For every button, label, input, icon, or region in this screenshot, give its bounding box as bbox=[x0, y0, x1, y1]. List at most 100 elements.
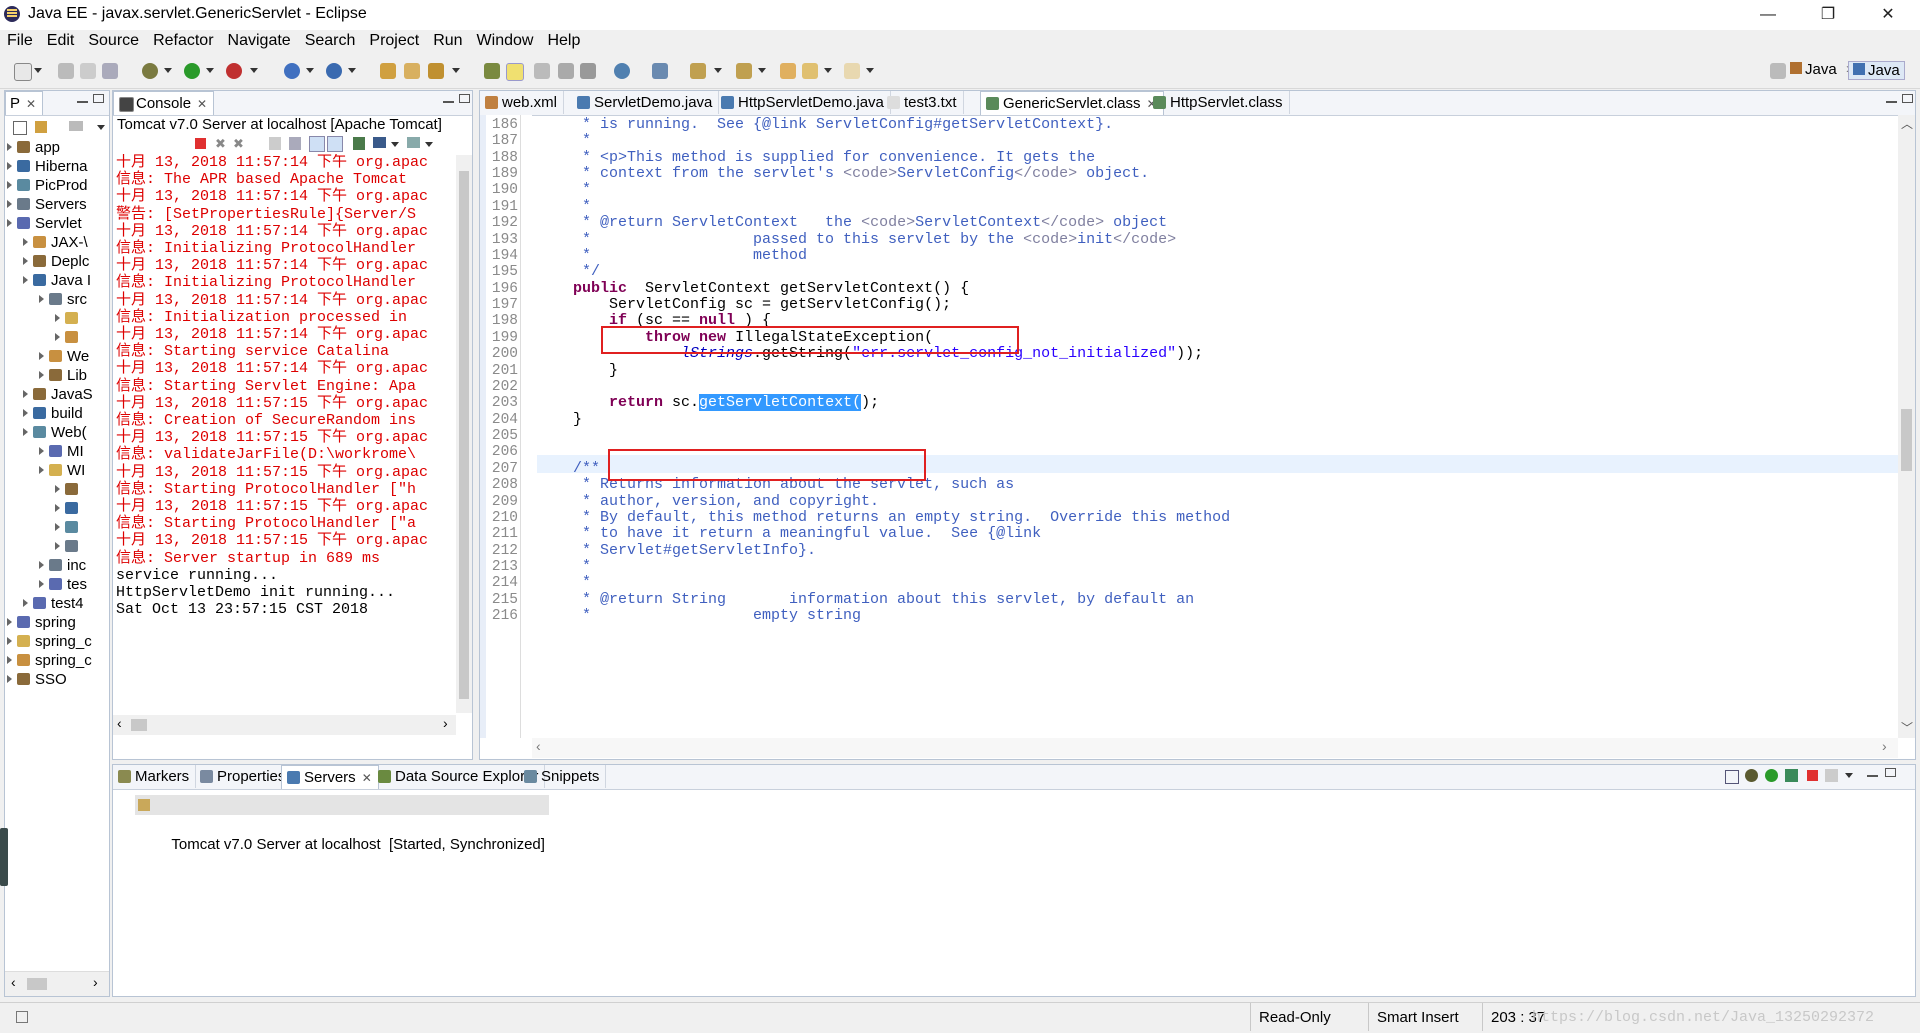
editor-tab[interactable]: HttpServlet.class bbox=[1148, 91, 1290, 114]
remove-launch-icon[interactable]: ✖ bbox=[215, 136, 226, 152]
expand-icon[interactable] bbox=[39, 352, 44, 360]
new-server-icon[interactable] bbox=[284, 63, 300, 79]
expand-icon[interactable] bbox=[39, 466, 44, 474]
editor-tab[interactable]: GenericServlet.class ✕ bbox=[980, 91, 1164, 115]
expand-icon[interactable] bbox=[23, 257, 28, 265]
expand-icon[interactable] bbox=[7, 656, 12, 664]
expand-icon[interactable] bbox=[23, 428, 28, 436]
console-vscroll-thumb[interactable] bbox=[459, 171, 469, 699]
open-console-icon[interactable] bbox=[407, 137, 420, 148]
menu-refactor[interactable]: Refactor bbox=[146, 30, 220, 50]
view-menu-icon[interactable] bbox=[69, 121, 83, 131]
code-area[interactable]: * is running. See {@link ServletConfig#g… bbox=[537, 115, 1898, 738]
pilcrow-icon[interactable] bbox=[580, 63, 596, 79]
scroll-down-icon[interactable]: ﹀ bbox=[1901, 719, 1913, 736]
editor-vscroll-thumb[interactable] bbox=[1901, 409, 1912, 471]
remove-all-icon[interactable]: ✖ bbox=[233, 136, 244, 152]
search-dropdown-icon[interactable] bbox=[452, 68, 460, 73]
open-perspective-icon[interactable] bbox=[1770, 63, 1786, 79]
stop-server-icon[interactable] bbox=[1807, 770, 1818, 781]
scroll-up-icon[interactable]: ︿ bbox=[1901, 115, 1913, 132]
expand-icon[interactable] bbox=[7, 181, 12, 189]
expand-icon[interactable] bbox=[55, 542, 60, 550]
server-row[interactable]: Tomcat v7.0 Server at localhost [Started… bbox=[135, 795, 549, 853]
profile-server-icon[interactable] bbox=[1785, 769, 1798, 782]
minimize-button[interactable]: — bbox=[1746, 2, 1790, 28]
menu-project[interactable]: Project bbox=[362, 30, 426, 50]
forward-dropdown-icon[interactable] bbox=[866, 68, 874, 73]
collapse-icon[interactable] bbox=[1725, 770, 1739, 784]
expand-icon[interactable] bbox=[7, 618, 12, 626]
clear-console-icon[interactable] bbox=[269, 137, 281, 150]
link-editor-icon[interactable] bbox=[35, 121, 47, 133]
bottom-tab[interactable]: Servers ✕ bbox=[281, 765, 379, 789]
editor-tab[interactable]: ServletDemo.java bbox=[572, 91, 720, 114]
close-icon[interactable]: ✕ bbox=[362, 771, 372, 785]
tab-console[interactable]: Console ✕ bbox=[113, 91, 215, 115]
expand-icon[interactable] bbox=[39, 295, 44, 303]
minimize-icon[interactable] bbox=[443, 100, 454, 103]
maximize-icon[interactable] bbox=[459, 94, 470, 103]
debug-dropdown-icon[interactable] bbox=[164, 68, 172, 73]
tree-hscroll-thumb[interactable] bbox=[27, 978, 47, 990]
display-console-dropdown-icon[interactable] bbox=[391, 142, 399, 147]
minimize-icon[interactable] bbox=[1886, 100, 1897, 103]
new-server-dropdown-icon[interactable] bbox=[306, 68, 314, 73]
block-selection-icon[interactable] bbox=[534, 63, 550, 79]
debug-server-icon[interactable] bbox=[1745, 769, 1758, 782]
external-tools-dropdown-icon[interactable] bbox=[250, 68, 258, 73]
console-output[interactable]: 十月 13, 2018 11:57:14 下午 org.apac 信息: The … bbox=[113, 154, 472, 720]
open-type-icon[interactable] bbox=[380, 63, 396, 79]
save-icon[interactable] bbox=[58, 63, 74, 79]
console-hscroll-thumb[interactable] bbox=[131, 719, 147, 731]
menu-file[interactable]: File bbox=[0, 30, 40, 50]
show-whitespace-icon[interactable] bbox=[558, 63, 574, 79]
prev-annotation-dropdown-icon[interactable] bbox=[758, 68, 766, 73]
expand-icon[interactable] bbox=[55, 314, 60, 322]
editor-hscrollbar[interactable]: ‹ › bbox=[532, 738, 1898, 758]
open-console-dropdown-icon[interactable] bbox=[425, 142, 433, 147]
expand-icon[interactable] bbox=[39, 561, 44, 569]
pin-console-icon[interactable] bbox=[353, 137, 365, 150]
publish-icon[interactable] bbox=[1825, 769, 1838, 782]
expand-icon[interactable] bbox=[23, 599, 28, 607]
expand-icon[interactable] bbox=[23, 409, 28, 417]
expand-icon[interactable] bbox=[55, 485, 60, 493]
prev-annotation-icon[interactable] bbox=[736, 63, 752, 79]
save-all-icon[interactable] bbox=[80, 63, 96, 79]
expand-icon[interactable] bbox=[55, 504, 60, 512]
menu-window[interactable]: Window bbox=[470, 30, 541, 50]
expand-icon[interactable] bbox=[39, 580, 44, 588]
next-annotation-icon[interactable] bbox=[690, 63, 706, 79]
scroll-lock-icon[interactable] bbox=[289, 137, 301, 150]
expand-icon[interactable] bbox=[23, 276, 28, 284]
back-dropdown-icon[interactable] bbox=[824, 68, 832, 73]
bottom-tab[interactable]: Snippets bbox=[519, 765, 607, 788]
pin-icon[interactable] bbox=[652, 63, 668, 79]
menu-help[interactable]: Help bbox=[540, 30, 587, 50]
menu-edit[interactable]: Edit bbox=[40, 30, 82, 50]
editor-vscrollbar[interactable]: ︿ ﹀ bbox=[1898, 115, 1915, 738]
back-icon[interactable] bbox=[802, 63, 818, 79]
view-menu-dropdown-icon[interactable] bbox=[1845, 773, 1853, 778]
menu-search[interactable]: Search bbox=[298, 30, 363, 50]
menu-run[interactable]: Run bbox=[426, 30, 469, 50]
maximize-icon[interactable] bbox=[93, 94, 104, 103]
minimize-icon[interactable] bbox=[1867, 774, 1878, 777]
run-icon[interactable] bbox=[184, 63, 200, 79]
expand-icon[interactable] bbox=[7, 143, 12, 151]
forward-icon[interactable] bbox=[844, 63, 860, 79]
tree-hscrollbar[interactable]: ‹ › bbox=[5, 971, 109, 996]
run-dropdown-icon[interactable] bbox=[206, 68, 214, 73]
maximize-icon[interactable] bbox=[1902, 94, 1913, 103]
perspective-java-active[interactable]: Java bbox=[1848, 61, 1905, 80]
expand-icon[interactable] bbox=[23, 238, 28, 246]
print-icon[interactable] bbox=[102, 63, 118, 79]
view-menu-dropdown-icon[interactable] bbox=[97, 125, 105, 130]
new-icon[interactable] bbox=[14, 63, 32, 81]
side-handle[interactable] bbox=[0, 828, 8, 886]
expand-icon[interactable] bbox=[39, 447, 44, 455]
new-dropdown-icon[interactable] bbox=[34, 68, 42, 73]
scroll-right-icon[interactable]: › bbox=[93, 974, 98, 990]
word-wrap-icon[interactable] bbox=[309, 136, 325, 152]
